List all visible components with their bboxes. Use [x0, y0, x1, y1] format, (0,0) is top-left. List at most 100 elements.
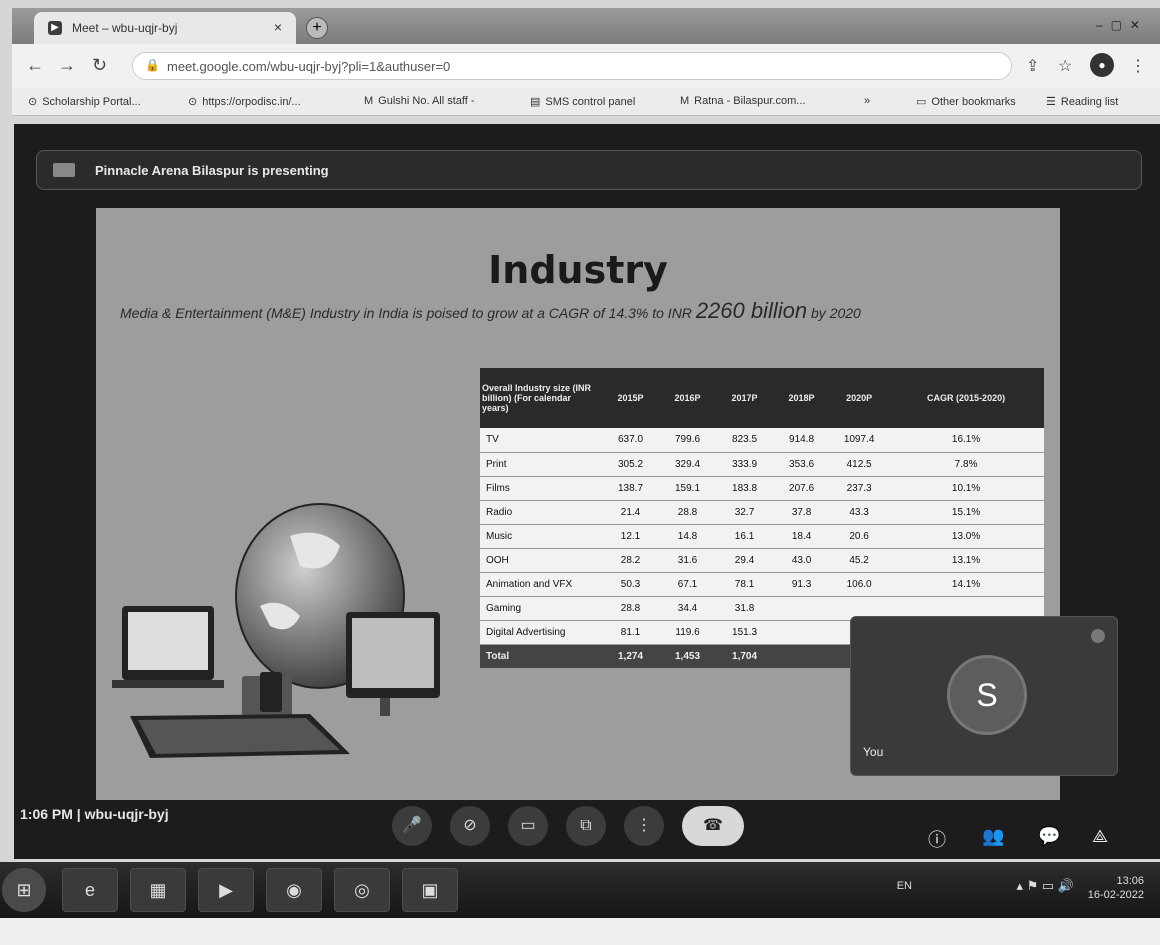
table-cell: Gaming	[480, 596, 602, 621]
bookmarks-overflow-button[interactable]: »	[864, 95, 870, 107]
table-cell: 15.1%	[888, 500, 1044, 525]
bookmark-item[interactable]: M Gulshi No. All staff -	[364, 95, 475, 107]
table-cell: 1,704	[716, 644, 774, 669]
slide-title: Industry	[488, 248, 668, 292]
tray-icons[interactable]: ▴ ⚑ ▭ 🔊	[1017, 878, 1074, 894]
table-cell: 329.4	[659, 452, 717, 477]
bookmark-item[interactable]: ▤ SMS control panel	[530, 95, 635, 108]
meeting-details-icon[interactable]: ⓘ	[928, 826, 946, 852]
table-header: 2017P	[716, 368, 774, 428]
table-row: Radio 21.4 28.8 32.7 37.8 43.3 15.1%	[480, 500, 1044, 525]
self-video-tile[interactable]: S You	[850, 616, 1118, 776]
firefox-icon[interactable]: ◎	[334, 868, 390, 912]
table-cell: Digital Advertising	[480, 620, 602, 645]
table-cell: 37.8	[773, 500, 831, 525]
address-bar[interactable]: 🔒 meet.google.com/wbu-uqjr-byj?pli=1&aut…	[132, 52, 1012, 80]
table-cell: 43.3	[830, 500, 889, 525]
present-now-button[interactable]: ⧉	[566, 806, 606, 846]
more-options-button[interactable]: ⋮	[624, 806, 664, 846]
profile-avatar-icon[interactable]: ●	[1090, 53, 1114, 77]
table-cell: 353.6	[773, 452, 831, 477]
table-cell: 237.3	[830, 476, 889, 501]
table-cell: 7.8%	[888, 452, 1044, 477]
table-cell: 45.2	[830, 548, 889, 573]
table-cell: 20.6	[830, 524, 889, 549]
table-cell: 32.7	[716, 500, 774, 525]
clock[interactable]: 13:06 16-02-2022	[1084, 874, 1144, 902]
table-cell: 18.4	[773, 524, 831, 549]
presenting-banner: Pinnacle Arena Bilaspur is presenting	[36, 150, 1142, 190]
table-header: 2020P	[830, 368, 889, 428]
menu-kebab-icon[interactable]: ⋮	[1130, 56, 1146, 76]
table-cell: 78.1	[716, 572, 774, 597]
photo-margin	[0, 918, 1160, 945]
reload-icon[interactable]: ↻	[92, 55, 107, 76]
globe-icon: ⊙	[188, 96, 198, 108]
window-controls[interactable]: –▢✕	[1096, 18, 1148, 32]
url-text: meet.google.com/wbu-uqjr-byj?pli=1&authu…	[167, 59, 451, 74]
close-tab-icon[interactable]: ×	[274, 19, 282, 35]
language-indicator[interactable]: EN	[897, 880, 912, 892]
table-cell: 13.1%	[888, 548, 1044, 573]
table-row: Films 138.7 159.1 183.8 207.6 237.3 10.1%	[480, 476, 1044, 501]
chrome-icon[interactable]: ◉	[266, 868, 322, 912]
pin-icon[interactable]	[1091, 629, 1105, 643]
table-cell: 1,274	[602, 644, 660, 669]
share-icon[interactable]: ⇪	[1026, 56, 1039, 76]
table-cell	[773, 620, 831, 645]
table-cell: 13.0%	[888, 524, 1044, 549]
browser-tab[interactable]: ▶ Meet – wbu-uqjr-byj ×	[34, 12, 296, 44]
table-cell: 106.0	[830, 572, 889, 597]
meet-favicon-icon: ▶	[48, 21, 62, 35]
start-button-icon[interactable]: ⊞	[2, 868, 46, 912]
table-cell: 637.0	[602, 428, 660, 453]
mic-toggle-button[interactable]: 🎤	[392, 806, 432, 846]
presenting-text: Pinnacle Arena Bilaspur is presenting	[95, 163, 329, 178]
table-cell: 43.0	[773, 548, 831, 573]
table-cell: Animation and VFX	[480, 572, 602, 597]
table-cell: 12.1	[602, 524, 660, 549]
chat-icon[interactable]: 💬	[1038, 826, 1060, 847]
new-tab-button[interactable]: +	[306, 17, 328, 39]
table-cell: 10.1%	[888, 476, 1044, 501]
camera-toggle-button[interactable]: ⊘	[450, 806, 490, 846]
self-avatar: S	[947, 655, 1027, 735]
bookmark-item[interactable]: ⊙ https://orpodisc.in/...	[188, 95, 301, 108]
table-cell: 16.1%	[888, 428, 1044, 453]
table-header: CAGR (2015-2020)	[888, 368, 1044, 428]
table-cell: 31.6	[659, 548, 717, 573]
browser-tab-strip: ▶ Meet – wbu-uqjr-byj × + –▢✕	[12, 8, 1160, 44]
forward-icon[interactable]: →	[58, 55, 76, 76]
table-cell: 14.1%	[888, 572, 1044, 597]
app-icon[interactable]: ▣	[402, 868, 458, 912]
globe-devices-illustration	[112, 503, 440, 758]
end-call-button[interactable]: ☎	[682, 806, 744, 846]
table-cell: 14.8	[659, 524, 717, 549]
table-header: 2015P	[602, 368, 660, 428]
table-header-row: Overall Industry size (INR billion) (For…	[480, 368, 1044, 428]
media-player-icon[interactable]: ▶	[198, 868, 254, 912]
ie-icon[interactable]: e	[62, 868, 118, 912]
people-icon[interactable]: 👥	[982, 826, 1004, 847]
bookmark-item[interactable]: M Ratna - Bilaspur.com...	[680, 95, 805, 107]
other-bookmarks[interactable]: ▭ Other bookmarks	[916, 95, 1016, 108]
reading-list-icon: ☰	[1046, 96, 1056, 108]
explorer-icon[interactable]: ▦	[130, 868, 186, 912]
bookmark-item[interactable]: ⊙ Scholarship Portal...	[28, 95, 141, 108]
table-header: 2018P	[773, 368, 831, 428]
gmail-icon: M	[680, 95, 690, 107]
table-row: Print 305.2 329.4 333.9 353.6 412.5 7.8%	[480, 452, 1044, 477]
star-icon[interactable]: ☆	[1058, 56, 1072, 76]
table-header: Overall Industry size (INR billion) (For…	[480, 368, 602, 428]
table-cell: 207.6	[773, 476, 831, 501]
captions-button[interactable]: ▭	[508, 806, 548, 846]
sms-icon: ▤	[530, 96, 541, 108]
os-taskbar: ⊞ e ▦ ▶ ◉ ◎ ▣ EN ▴ ⚑ ▭ 🔊 13:06 16-02-202…	[0, 862, 1160, 918]
table-cell: 305.2	[602, 452, 660, 477]
activities-icon[interactable]: ⟁	[1092, 826, 1108, 847]
table-cell: 21.4	[602, 500, 660, 525]
table-cell: 16.1	[716, 524, 774, 549]
back-icon[interactable]: ←	[26, 55, 44, 76]
reading-list[interactable]: ☰ Reading list	[1046, 95, 1118, 108]
table-cell: 159.1	[659, 476, 717, 501]
